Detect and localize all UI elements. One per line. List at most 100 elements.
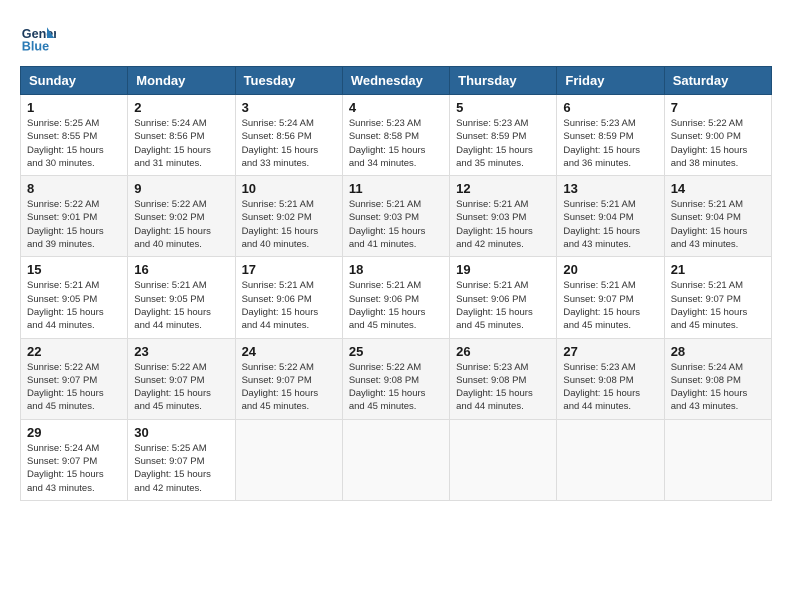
day-number: 3 xyxy=(242,100,336,115)
page-header: General Blue xyxy=(20,20,772,56)
calendar-cell xyxy=(235,419,342,500)
day-number: 11 xyxy=(349,181,443,196)
calendar-cell: 23 Sunrise: 5:22 AMSunset: 9:07 PMDayligh… xyxy=(128,338,235,419)
day-number: 19 xyxy=(456,262,550,277)
calendar-week-5: 29 Sunrise: 5:24 AMSunset: 9:07 PMDayligh… xyxy=(21,419,772,500)
calendar-cell: 2 Sunrise: 5:24 AMSunset: 8:56 PMDaylight… xyxy=(128,95,235,176)
calendar-cell: 22 Sunrise: 5:22 AMSunset: 9:07 PMDayligh… xyxy=(21,338,128,419)
day-info: Sunrise: 5:22 AMSunset: 9:07 PMDaylight:… xyxy=(134,361,228,414)
day-info: Sunrise: 5:21 AMSunset: 9:02 PMDaylight:… xyxy=(242,198,336,251)
day-info: Sunrise: 5:25 AMSunset: 8:55 PMDaylight:… xyxy=(27,117,121,170)
calendar-cell xyxy=(664,419,771,500)
calendar-cell xyxy=(450,419,557,500)
day-number: 21 xyxy=(671,262,765,277)
day-info: Sunrise: 5:22 AMSunset: 9:01 PMDaylight:… xyxy=(27,198,121,251)
calendar-cell: 25Sunrise: 5:22 AMSunset: 9:08 PMDayligh… xyxy=(342,338,449,419)
calendar-cell: 24Sunrise: 5:22 AMSunset: 9:07 PMDayligh… xyxy=(235,338,342,419)
calendar-cell: 7 Sunrise: 5:22 AMSunset: 9:00 PMDaylight… xyxy=(664,95,771,176)
day-number: 6 xyxy=(563,100,657,115)
weekday-header-wednesday: Wednesday xyxy=(342,67,449,95)
calendar-cell: 19 Sunrise: 5:21 AMSunset: 9:06 PMDayligh… xyxy=(450,257,557,338)
day-number: 23 xyxy=(134,344,228,359)
calendar-cell: 6 Sunrise: 5:23 AMSunset: 8:59 PMDaylight… xyxy=(557,95,664,176)
calendar-cell: 17 Sunrise: 5:21 AMSunset: 9:06 PMDayligh… xyxy=(235,257,342,338)
day-info: Sunrise: 5:21 AMSunset: 9:06 PMDaylight:… xyxy=(349,279,443,332)
calendar-week-3: 15 Sunrise: 5:21 AMSunset: 9:05 PMDayligh… xyxy=(21,257,772,338)
day-number: 18 xyxy=(349,262,443,277)
calendar-cell: 11 Sunrise: 5:21 AMSunset: 9:03 PMDayligh… xyxy=(342,176,449,257)
day-number: 7 xyxy=(671,100,765,115)
day-info: Sunrise: 5:21 AMSunset: 9:05 PMDaylight:… xyxy=(134,279,228,332)
weekday-header-thursday: Thursday xyxy=(450,67,557,95)
calendar-cell: 28Sunrise: 5:24 AMSunset: 9:08 PMDayligh… xyxy=(664,338,771,419)
calendar-cell: 3 Sunrise: 5:24 AMSunset: 8:56 PMDaylight… xyxy=(235,95,342,176)
day-number: 1 xyxy=(27,100,121,115)
day-info: Sunrise: 5:23 AMSunset: 8:58 PMDaylight:… xyxy=(349,117,443,170)
day-info: Sunrise: 5:23 AMSunset: 8:59 PMDaylight:… xyxy=(563,117,657,170)
day-number: 2 xyxy=(134,100,228,115)
day-info: Sunrise: 5:23 AMSunset: 9:08 PMDaylight:… xyxy=(563,361,657,414)
day-number: 17 xyxy=(242,262,336,277)
weekday-header-tuesday: Tuesday xyxy=(235,67,342,95)
calendar-cell: 21Sunrise: 5:21 AMSunset: 9:07 PMDayligh… xyxy=(664,257,771,338)
calendar-cell: 5 Sunrise: 5:23 AMSunset: 8:59 PMDaylight… xyxy=(450,95,557,176)
calendar-cell xyxy=(342,419,449,500)
calendar-cell: 18 Sunrise: 5:21 AMSunset: 9:06 PMDayligh… xyxy=(342,257,449,338)
weekday-header-sunday: Sunday xyxy=(21,67,128,95)
weekday-header-saturday: Saturday xyxy=(664,67,771,95)
day-info: Sunrise: 5:22 AMSunset: 9:02 PMDaylight:… xyxy=(134,198,228,251)
day-number: 22 xyxy=(27,344,121,359)
day-info: Sunrise: 5:21 AMSunset: 9:07 PMDaylight:… xyxy=(563,279,657,332)
day-info: Sunrise: 5:22 AMSunset: 9:07 PMDaylight:… xyxy=(27,361,121,414)
day-number: 28 xyxy=(671,344,765,359)
day-number: 14 xyxy=(671,181,765,196)
day-info: Sunrise: 5:21 AMSunset: 9:06 PMDaylight:… xyxy=(456,279,550,332)
day-number: 9 xyxy=(134,181,228,196)
day-info: Sunrise: 5:21 AMSunset: 9:04 PMDaylight:… xyxy=(671,198,765,251)
day-number: 30 xyxy=(134,425,228,440)
day-info: Sunrise: 5:21 AMSunset: 9:05 PMDaylight:… xyxy=(27,279,121,332)
day-number: 5 xyxy=(456,100,550,115)
day-info: Sunrise: 5:21 AMSunset: 9:06 PMDaylight:… xyxy=(242,279,336,332)
day-info: Sunrise: 5:21 AMSunset: 9:03 PMDaylight:… xyxy=(349,198,443,251)
day-number: 25 xyxy=(349,344,443,359)
calendar-cell: 29 Sunrise: 5:24 AMSunset: 9:07 PMDayligh… xyxy=(21,419,128,500)
day-info: Sunrise: 5:25 AMSunset: 9:07 PMDaylight:… xyxy=(134,442,228,495)
day-number: 29 xyxy=(27,425,121,440)
day-number: 13 xyxy=(563,181,657,196)
day-number: 10 xyxy=(242,181,336,196)
calendar-header: SundayMondayTuesdayWednesdayThursdayFrid… xyxy=(21,67,772,95)
calendar-cell: 30 Sunrise: 5:25 AMSunset: 9:07 PMDayligh… xyxy=(128,419,235,500)
calendar-cell: 20 Sunrise: 5:21 AMSunset: 9:07 PMDayligh… xyxy=(557,257,664,338)
day-number: 26 xyxy=(456,344,550,359)
calendar-cell: 14 Sunrise: 5:21 AMSunset: 9:04 PMDayligh… xyxy=(664,176,771,257)
day-info: Sunrise: 5:22 AMSunset: 9:00 PMDaylight:… xyxy=(671,117,765,170)
day-number: 8 xyxy=(27,181,121,196)
weekday-header-monday: Monday xyxy=(128,67,235,95)
calendar-cell: 4Sunrise: 5:23 AMSunset: 8:58 PMDaylight… xyxy=(342,95,449,176)
day-number: 24 xyxy=(242,344,336,359)
day-info: Sunrise: 5:24 AMSunset: 8:56 PMDaylight:… xyxy=(242,117,336,170)
day-number: 20 xyxy=(563,262,657,277)
logo: General Blue xyxy=(20,20,56,56)
calendar-cell xyxy=(557,419,664,500)
day-info: Sunrise: 5:21 AMSunset: 9:04 PMDaylight:… xyxy=(563,198,657,251)
day-info: Sunrise: 5:21 AMSunset: 9:03 PMDaylight:… xyxy=(456,198,550,251)
calendar-cell: 26Sunrise: 5:23 AMSunset: 9:08 PMDayligh… xyxy=(450,338,557,419)
calendar-cell: 16Sunrise: 5:21 AMSunset: 9:05 PMDayligh… xyxy=(128,257,235,338)
day-info: Sunrise: 5:24 AMSunset: 8:56 PMDaylight:… xyxy=(134,117,228,170)
day-number: 27 xyxy=(563,344,657,359)
logo-icon: General Blue xyxy=(20,20,56,56)
weekday-header-friday: Friday xyxy=(557,67,664,95)
calendar-cell: 12 Sunrise: 5:21 AMSunset: 9:03 PMDayligh… xyxy=(450,176,557,257)
calendar-week-4: 22 Sunrise: 5:22 AMSunset: 9:07 PMDayligh… xyxy=(21,338,772,419)
day-number: 15 xyxy=(27,262,121,277)
calendar-cell: 15 Sunrise: 5:21 AMSunset: 9:05 PMDayligh… xyxy=(21,257,128,338)
day-number: 12 xyxy=(456,181,550,196)
calendar-cell: 27 Sunrise: 5:23 AMSunset: 9:08 PMDayligh… xyxy=(557,338,664,419)
calendar-cell: 9 Sunrise: 5:22 AMSunset: 9:02 PMDaylight… xyxy=(128,176,235,257)
calendar-cell: 1 Sunrise: 5:25 AMSunset: 8:55 PMDaylight… xyxy=(21,95,128,176)
day-info: Sunrise: 5:23 AMSunset: 8:59 PMDaylight:… xyxy=(456,117,550,170)
calendar-table: SundayMondayTuesdayWednesdayThursdayFrid… xyxy=(20,66,772,501)
day-info: Sunrise: 5:24 AMSunset: 9:07 PMDaylight:… xyxy=(27,442,121,495)
